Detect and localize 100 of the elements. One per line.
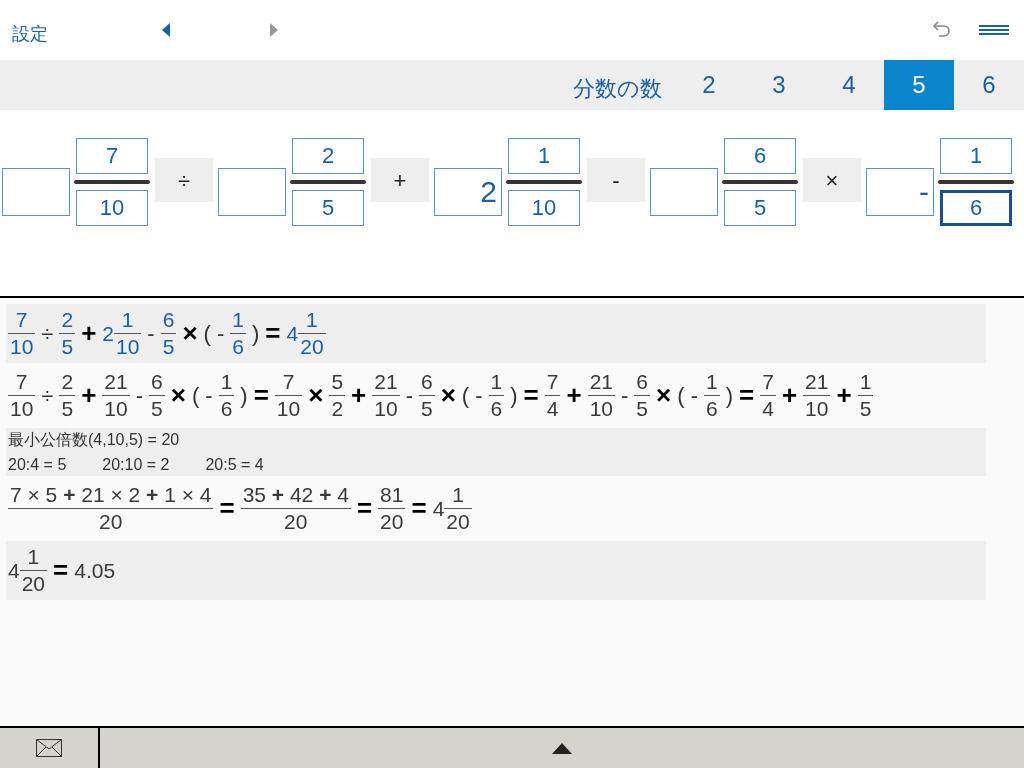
- operator-button[interactable]: ÷: [155, 158, 213, 202]
- undo-icon[interactable]: [931, 20, 951, 40]
- operator: =: [219, 492, 235, 525]
- denominator: 6: [488, 395, 505, 422]
- denominator: 20: [444, 508, 472, 535]
- denominator: 20: [19, 570, 48, 597]
- denominator-field[interactable]: 6: [940, 190, 1012, 226]
- operator: +: [781, 379, 798, 412]
- operator: ×: [440, 379, 456, 412]
- whole-number: 4: [432, 495, 445, 522]
- operator: +: [81, 379, 97, 412]
- numerator-field[interactable]: 7: [76, 138, 148, 174]
- denominator: 10: [803, 395, 831, 422]
- whole-number: 4: [8, 557, 20, 584]
- operator: -: [621, 382, 629, 410]
- whole-field[interactable]: [650, 168, 718, 216]
- operator: =: [53, 554, 69, 587]
- denominator-field[interactable]: 10: [76, 190, 148, 226]
- numerator: 2: [60, 307, 75, 333]
- denominator: 10: [372, 395, 400, 422]
- numerator: 6: [161, 307, 176, 333]
- settings-link[interactable]: 設定: [12, 20, 142, 48]
- denominator: 10: [587, 395, 616, 422]
- count-tab[interactable]: 4: [814, 60, 884, 110]
- result-number: 4.05: [74, 557, 116, 584]
- whole-field[interactable]: -: [866, 168, 934, 216]
- numerator: 81: [379, 482, 405, 508]
- whole-field[interactable]: 2: [434, 168, 502, 216]
- numerator: 7 × 5 + 21 × 2 + 1 × 4: [9, 482, 213, 508]
- operator: +: [81, 317, 97, 350]
- count-tab[interactable]: 2: [674, 60, 744, 110]
- numerator-field[interactable]: 1: [940, 138, 1012, 174]
- operator: ×: [308, 379, 324, 412]
- numerator: 1: [489, 369, 504, 395]
- operator: ÷: [41, 382, 54, 410]
- denominator: 10: [8, 333, 36, 360]
- denominator: 10: [8, 395, 36, 422]
- operator: ×: [656, 379, 672, 412]
- numerator: 5: [330, 369, 345, 395]
- numerator: 7: [281, 369, 296, 395]
- operator-button[interactable]: ×: [803, 158, 861, 202]
- left-arrow-icon[interactable]: [162, 23, 170, 37]
- operator: ×: [182, 317, 198, 350]
- numerator: 6: [150, 369, 164, 395]
- denominator-field[interactable]: 5: [724, 190, 796, 226]
- numerator: 35 + 42 + 4: [241, 482, 350, 508]
- operator: ( -: [461, 382, 483, 410]
- numerator: 1: [120, 307, 135, 333]
- numerator-field[interactable]: 1: [508, 138, 580, 174]
- operator: ): [252, 320, 260, 348]
- operator-button[interactable]: -: [587, 158, 645, 202]
- operator: -: [135, 382, 143, 410]
- numerator: 1: [26, 544, 41, 570]
- count-label: 分数の数: [573, 74, 662, 103]
- operator: ( -: [191, 382, 213, 410]
- whole-field[interactable]: [2, 168, 70, 216]
- operator: =: [739, 379, 755, 412]
- operator: ÷: [41, 320, 54, 348]
- whole-number: 4: [286, 320, 299, 347]
- menu-icon[interactable]: [979, 24, 1009, 36]
- whole-number: 2: [102, 320, 114, 347]
- numerator-field[interactable]: 6: [724, 138, 796, 174]
- denominator: 20: [240, 508, 351, 535]
- operator: =: [356, 492, 373, 525]
- whole-field[interactable]: [218, 168, 286, 216]
- numerator: 7: [545, 369, 560, 395]
- numerator: 21: [588, 369, 615, 395]
- denominator: 4: [760, 395, 776, 422]
- numerator: 2: [60, 369, 75, 395]
- operator: =: [411, 492, 427, 525]
- numerator: 21: [804, 369, 830, 395]
- denominator: 20: [378, 508, 406, 535]
- denominator: 20: [8, 508, 214, 535]
- denominator: 5: [160, 333, 177, 360]
- denominator: 10: [102, 395, 130, 422]
- denominator: 4: [544, 395, 561, 422]
- count-tab[interactable]: 5: [884, 60, 954, 110]
- numerator: 1: [305, 307, 319, 333]
- denominator: 5: [59, 395, 76, 422]
- text-line: 20:4 = 5: [8, 455, 67, 474]
- numerator: 21: [103, 369, 129, 395]
- numerator: 1: [231, 307, 245, 333]
- denominator-field[interactable]: 5: [292, 190, 364, 226]
- denominator: 5: [149, 395, 165, 422]
- numerator: 1: [219, 369, 234, 395]
- operator: =: [523, 379, 539, 412]
- denominator-field[interactable]: 10: [508, 190, 580, 226]
- operator: +: [351, 379, 367, 412]
- denominator: 10: [114, 333, 142, 360]
- numerator: 1: [451, 482, 465, 508]
- operator: ): [510, 382, 518, 410]
- expand-up-icon[interactable]: [552, 742, 572, 754]
- denominator: 6: [230, 333, 246, 360]
- operator-button[interactable]: +: [371, 158, 429, 202]
- numerator: 7: [14, 369, 29, 395]
- numerator-field[interactable]: 2: [292, 138, 364, 174]
- count-tab[interactable]: 6: [954, 60, 1024, 110]
- mail-icon[interactable]: [36, 739, 62, 757]
- operator: ( -: [677, 382, 698, 410]
- count-tab[interactable]: 3: [744, 60, 814, 110]
